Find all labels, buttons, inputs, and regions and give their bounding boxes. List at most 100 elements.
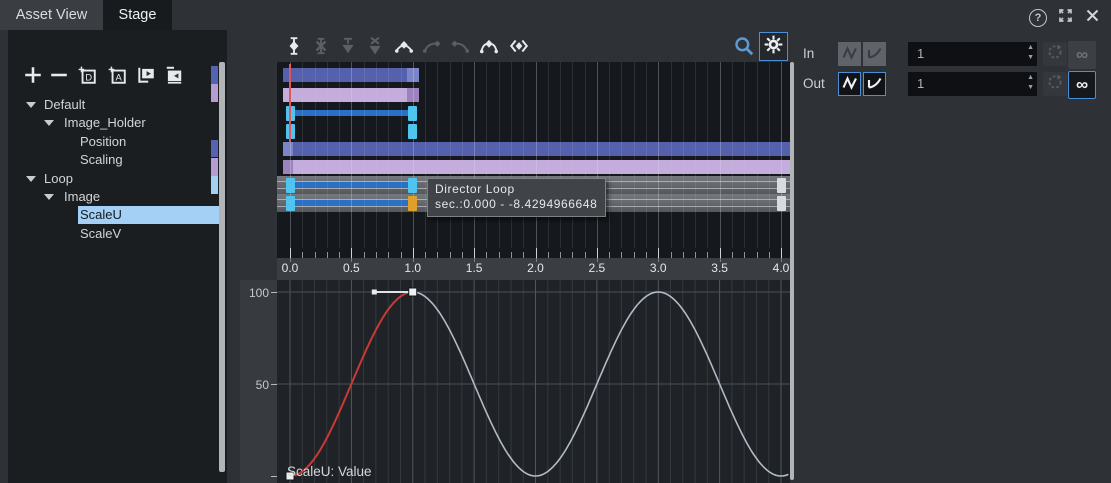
- track-clip-bar[interactable]: [283, 142, 790, 156]
- track-color-strip-segment: [211, 176, 218, 194]
- in-tangent-linear-button[interactable]: [838, 42, 861, 66]
- in-spinner-up-icon[interactable]: ▲: [1027, 43, 1034, 53]
- play-sequence-button[interactable]: [135, 64, 157, 86]
- add-animation-button[interactable]: A: [106, 64, 128, 86]
- keyframe-orange[interactable]: [408, 196, 417, 211]
- keyframe-cyan[interactable]: [286, 196, 295, 211]
- ruler-label: 2.5: [577, 261, 617, 275]
- tree-item-default[interactable]: Default: [16, 96, 219, 114]
- out-tangent-linear-button[interactable]: [838, 72, 861, 96]
- out-spinner-down-icon[interactable]: ▼: [1027, 83, 1034, 93]
- keyframe-white[interactable]: [777, 178, 786, 193]
- tangent-ease-in-button[interactable]: [421, 35, 443, 57]
- tangent-ease-out-button[interactable]: [449, 35, 471, 57]
- tree-expander-icon[interactable]: [26, 102, 36, 108]
- tree-item-label: Image: [64, 188, 100, 206]
- ruler-tick: [548, 252, 549, 258]
- tab-stage[interactable]: Stage: [103, 0, 172, 30]
- keyframe-white[interactable]: [777, 196, 786, 211]
- tree-item-scaleu[interactable]: ScaleU: [16, 206, 219, 224]
- close-button[interactable]: [1082, 8, 1102, 28]
- tree-item-label: ScaleV: [80, 225, 121, 243]
- value-axis-label: 100: [241, 286, 269, 300]
- track-editor-window: Asset View Stage ?: [0, 0, 1111, 483]
- tree-expander-icon[interactable]: [26, 176, 36, 182]
- tree-scrollbar[interactable]: [219, 62, 225, 472]
- tree-item-scaling[interactable]: Scaling: [16, 151, 219, 169]
- ruler-tick: [683, 252, 684, 258]
- time-ruler[interactable]: 0.00.51.01.52.02.53.03.54.0: [277, 248, 790, 280]
- curve-grid: [277, 280, 790, 483]
- grid-line: [769, 62, 770, 248]
- delete-key-button[interactable]: [310, 35, 332, 57]
- grid-line: [646, 62, 647, 248]
- ruler-label: 2.0: [516, 261, 556, 275]
- grid-line: [658, 62, 659, 248]
- tree-item-position[interactable]: Position: [16, 133, 219, 151]
- timeline-scrollbar[interactable]: [790, 62, 794, 480]
- keyframe-cyan[interactable]: [286, 178, 295, 193]
- svg-text:A: A: [116, 72, 123, 83]
- add-key-button[interactable]: [283, 35, 305, 57]
- track-clip-bar[interactable]: [283, 160, 790, 174]
- grid-line: [474, 62, 475, 248]
- ruler-tick: [290, 248, 291, 258]
- out-tangent-smooth-button[interactable]: [863, 72, 886, 96]
- keyframe-cyan[interactable]: [408, 124, 417, 139]
- ruler-tick: [609, 252, 610, 258]
- ruler-tick: [646, 252, 647, 258]
- tree-item-image_holder[interactable]: Image_Holder: [16, 114, 219, 132]
- tree-item-scalev[interactable]: ScaleV: [16, 225, 219, 243]
- in-infinity-button[interactable]: ∞: [1068, 41, 1096, 69]
- grid-line: [511, 62, 512, 248]
- ruler-tick: [536, 248, 537, 258]
- tree-item-loop[interactable]: Loop: [16, 170, 219, 188]
- curve-keyframe[interactable]: [409, 288, 417, 296]
- ruler-tick: [695, 252, 696, 258]
- tangent-flat-button[interactable]: [393, 35, 415, 57]
- reset-icon: [1046, 73, 1064, 96]
- in-value-field[interactable]: 1 ▲ ▼: [908, 42, 1037, 66]
- out-infinity-button[interactable]: ∞: [1068, 71, 1096, 99]
- delete-keys-below-button[interactable]: [364, 35, 386, 57]
- tree-item-image[interactable]: Image: [16, 188, 219, 206]
- add-director-button[interactable]: D: [76, 64, 98, 86]
- remove-node-button[interactable]: [48, 64, 70, 86]
- tree-expander-icon[interactable]: [44, 194, 54, 200]
- ruler-tick: [511, 252, 512, 258]
- ruler-tick: [523, 252, 524, 258]
- grid-line: [327, 62, 328, 248]
- tree-expander-icon[interactable]: [44, 120, 54, 126]
- out-reset-button[interactable]: [1043, 72, 1067, 96]
- out-spinner-up-icon[interactable]: ▲: [1027, 73, 1034, 83]
- in-row: In 1 ▲ ▼ ∞: [795, 42, 1111, 68]
- in-spinner-down-icon[interactable]: ▼: [1027, 53, 1034, 63]
- add-node-button[interactable]: [22, 64, 44, 86]
- ruler-tick: [658, 248, 659, 258]
- tangent-unify-button[interactable]: [478, 35, 500, 57]
- maximize-button[interactable]: [1055, 8, 1075, 28]
- settings-button[interactable]: [759, 32, 788, 61]
- grid-line: [401, 62, 402, 248]
- in-tangent-smooth-button[interactable]: [863, 42, 886, 66]
- search-button[interactable]: [733, 35, 755, 57]
- tree-item-label: Scaling: [80, 151, 123, 169]
- ruler-tick: [499, 252, 500, 258]
- grid-line: [585, 62, 586, 248]
- ruler-tick: [744, 252, 745, 258]
- tangent-smooth-icon: [867, 75, 883, 94]
- tab-asset-view[interactable]: Asset View: [0, 0, 103, 30]
- save-sequence-button[interactable]: [163, 64, 185, 86]
- in-reset-button[interactable]: [1043, 42, 1067, 66]
- select-keys-below-button[interactable]: [337, 35, 359, 57]
- playhead[interactable]: [289, 64, 291, 142]
- out-value-field[interactable]: 1 ▲ ▼: [908, 72, 1037, 96]
- ruler-tick: [462, 252, 463, 258]
- tree-item-label: Default: [44, 96, 85, 114]
- ruler-tick: [732, 252, 733, 258]
- keyframe-cyan[interactable]: [408, 178, 417, 193]
- tangent-step-button[interactable]: [508, 35, 530, 57]
- keyframe-cyan[interactable]: [408, 106, 417, 121]
- tangent-handle-knob[interactable]: [372, 290, 377, 295]
- help-button[interactable]: ?: [1028, 8, 1048, 28]
